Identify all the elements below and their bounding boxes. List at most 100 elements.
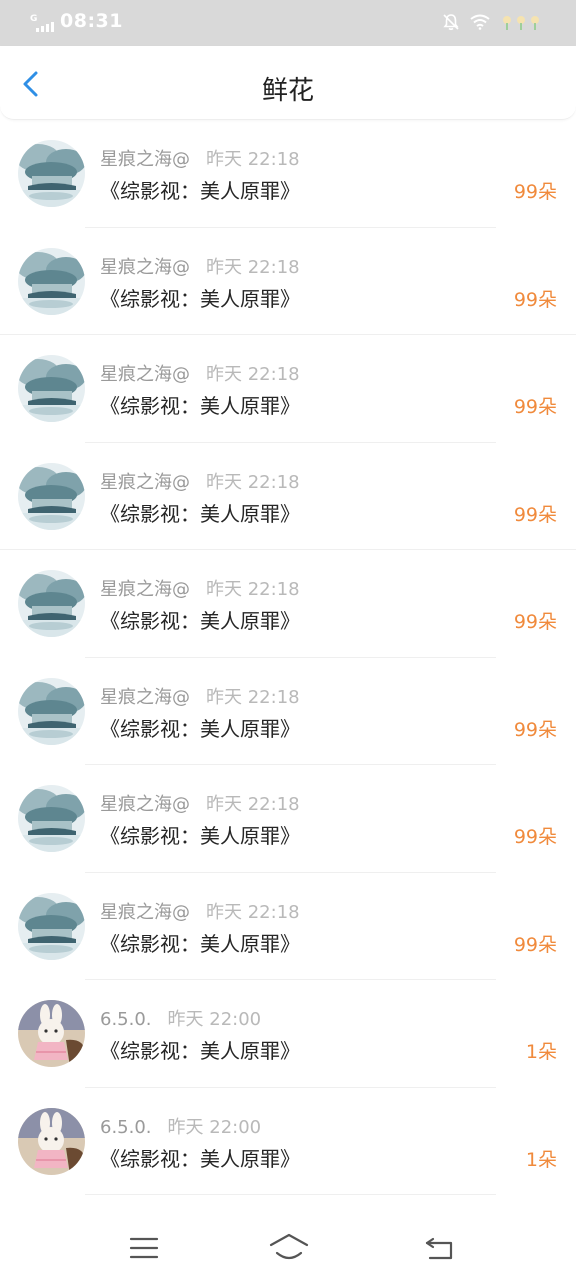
list-item[interactable]: 6.5.0. 昨天 22:00 《综影视：美人原罪》 1朵: [0, 980, 576, 1088]
status-time: 08:31: [60, 10, 123, 32]
back-icon: [425, 1237, 453, 1260]
entry-meta: 星痕之海@ 昨天 22:18: [100, 790, 300, 816]
avatar[interactable]: [18, 355, 85, 422]
username[interactable]: 6.5.0.: [100, 1009, 152, 1030]
avatar[interactable]: [18, 462, 85, 530]
header: 鲜花: [0, 46, 576, 120]
username[interactable]: 星痕之海@: [100, 145, 190, 171]
home-button[interactable]: [269, 1231, 309, 1265]
flower-count: 99朵: [513, 826, 557, 848]
entry-time: 昨天 22:18: [206, 364, 300, 385]
avatar[interactable]: [18, 1107, 85, 1175]
flower-count: 99朵: [513, 396, 557, 418]
list-item[interactable]: 6.5.0. 昨天 22:00 《综影视：美人原罪》 1朵: [0, 1088, 576, 1195]
flower-count: 1朵: [525, 1041, 557, 1063]
username[interactable]: 6.5.0.: [100, 1117, 152, 1138]
book-title: 《综影视：美人原罪》: [100, 609, 300, 633]
entry-time: 昨天 22:18: [206, 794, 300, 815]
avatar-bunny-icon: [18, 1107, 85, 1175]
entry-time: 昨天 22:18: [206, 901, 300, 923]
signal-icon: G: [30, 14, 54, 32]
book-title: 《综影视：美人原罪》: [100, 1039, 300, 1063]
bottom-nav: [0, 1215, 576, 1280]
avatar[interactable]: [18, 140, 85, 207]
status-left: G 08:31: [30, 10, 123, 32]
entry-meta: 星痕之海@ 昨天 22:18: [100, 145, 300, 171]
avatar-landscape-icon: [18, 785, 85, 852]
wifi-icon: [470, 14, 490, 30]
avatar-landscape-icon: [18, 677, 85, 745]
avatar-bunny-icon: [18, 1000, 85, 1067]
avatar[interactable]: [18, 677, 85, 745]
list-item[interactable]: 星痕之海@ 昨天 22:18 《综影视：美人原罪》 99朵: [0, 228, 576, 335]
book-title: 《综影视：美人原罪》: [100, 1146, 300, 1171]
list-item[interactable]: 星痕之海@ 昨天 22:18 《综影视：美人原罪》 99朵: [0, 335, 576, 443]
entry-meta: 星痕之海@ 昨天 22:18: [100, 575, 300, 601]
flower-count: 1朵: [525, 1148, 557, 1171]
avatar-landscape-icon: [18, 140, 85, 207]
avatar[interactable]: [18, 785, 85, 852]
entry-time: 昨天 22:18: [206, 471, 300, 493]
book-title: 《综影视：美人原罪》: [100, 824, 300, 848]
avatar[interactable]: [18, 1000, 85, 1067]
entry-time: 昨天 22:18: [206, 686, 300, 708]
flower-icons: [503, 16, 539, 30]
book-title: 《综影视：美人原罪》: [100, 501, 300, 526]
avatar-landscape-icon: [18, 462, 85, 530]
book-title: 《综影视：美人原罪》: [100, 931, 300, 956]
avatar-landscape-icon: [18, 892, 85, 960]
avatar-landscape-icon: [18, 570, 85, 637]
list-item[interactable]: 星痕之海@ 昨天 22:18 《综影视：美人原罪》 99朵: [0, 120, 576, 228]
entry-time: 昨天 22:18: [206, 579, 300, 600]
flower-count: 99朵: [513, 933, 557, 956]
entry-time: 昨天 22:18: [206, 149, 300, 170]
username[interactable]: 星痕之海@: [100, 253, 190, 279]
avatar[interactable]: [18, 570, 85, 637]
book-title: 《综影视：美人原罪》: [100, 394, 300, 418]
username[interactable]: 星痕之海@: [100, 468, 190, 494]
avatar-landscape-icon: [18, 355, 85, 422]
back-nav-button[interactable]: [423, 1231, 457, 1265]
entry-time: 昨天 22:00: [167, 1116, 262, 1138]
list-item[interactable]: 星痕之海@ 昨天 22:18 《综影视：美人原罪》 99朵: [0, 658, 576, 765]
flower-count: 99朵: [513, 181, 557, 203]
book-title: 《综影视：美人原罪》: [100, 286, 300, 311]
entry-meta: 星痕之海@ 昨天 22:18: [100, 683, 300, 709]
avatar-landscape-icon: [18, 247, 85, 315]
entry-time: 昨天 22:18: [206, 256, 300, 278]
entry-meta: 星痕之海@ 昨天 22:18: [100, 898, 300, 924]
status-bar: G 08:31: [0, 0, 576, 46]
menu-icon: [129, 1237, 159, 1259]
flower-count: 99朵: [513, 503, 557, 526]
avatar[interactable]: [18, 892, 85, 960]
divider: [85, 1194, 496, 1195]
list-item[interactable]: 星痕之海@ 昨天 22:18 《综影视：美人原罪》 99朵: [0, 550, 576, 658]
username[interactable]: 星痕之海@: [100, 790, 190, 816]
list-item[interactable]: 星痕之海@ 昨天 22:18 《综影视：美人原罪》 99朵: [0, 765, 576, 873]
book-title: 《综影视：美人原罪》: [100, 716, 300, 741]
page-title: 鲜花: [261, 76, 314, 106]
list-item[interactable]: 星痕之海@ 昨天 22:18 《综影视：美人原罪》 99朵: [0, 443, 576, 550]
username[interactable]: 星痕之海@: [100, 360, 190, 386]
entry-meta: 6.5.0. 昨天 22:00: [100, 1113, 261, 1139]
username[interactable]: 星痕之海@: [100, 575, 190, 601]
book-title: 《综影视：美人原罪》: [100, 179, 300, 203]
menu-button[interactable]: [127, 1231, 161, 1265]
entry-meta: 星痕之海@ 昨天 22:18: [100, 253, 300, 279]
status-right: [442, 13, 544, 31]
flower-count: 99朵: [513, 718, 557, 741]
home-icon: [269, 1233, 309, 1260]
entry-meta: 6.5.0. 昨天 22:00: [100, 1005, 261, 1031]
entry-meta: 星痕之海@ 昨天 22:18: [100, 468, 300, 494]
entry-meta: 星痕之海@ 昨天 22:18: [100, 360, 300, 386]
flower-count: 99朵: [513, 611, 557, 633]
entry-time: 昨天 22:00: [167, 1009, 262, 1030]
network-type: G: [30, 14, 38, 24]
username[interactable]: 星痕之海@: [100, 898, 190, 924]
bell-off-icon: [443, 14, 459, 31]
flower-list: 星痕之海@ 昨天 22:18 《综影视：美人原罪》 99朵 星痕之海@ 昨天 22:18 《…: [0, 120, 576, 1195]
username[interactable]: 星痕之海@: [100, 683, 190, 709]
list-item[interactable]: 星痕之海@ 昨天 22:18 《综影视：美人原罪》 99朵: [0, 873, 576, 980]
avatar[interactable]: [18, 247, 85, 315]
flower-count: 99朵: [513, 288, 557, 311]
